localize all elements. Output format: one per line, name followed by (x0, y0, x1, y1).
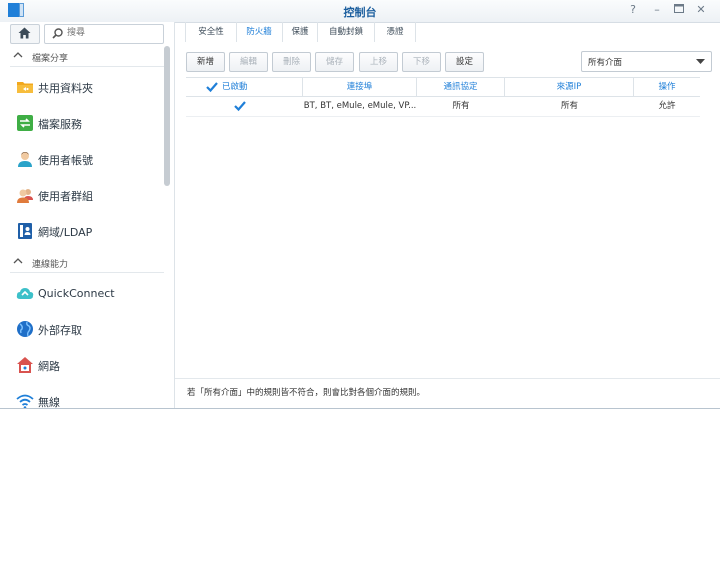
sidebar-item-label: 檔案服務 (38, 118, 82, 131)
column-enabled[interactable]: 已啟動 (186, 78, 303, 96)
help-icon[interactable]: ? (626, 3, 640, 17)
sidebar-item-label: 共用資料夾 (38, 82, 93, 95)
title-bar[interactable]: 控制台 ? – ✕ (0, 0, 720, 23)
sidebar-item-label: 網域/LDAP (38, 226, 93, 239)
close-icon[interactable]: ✕ (694, 3, 708, 17)
search-icon (52, 28, 63, 39)
sidebar-scrollbar[interactable] (164, 46, 170, 186)
shared-folder-icon (17, 82, 33, 93)
maximize-icon[interactable] (672, 3, 686, 17)
delete-button[interactable]: 刪除 (272, 52, 311, 72)
group-icon (17, 189, 33, 203)
footer-note: 若「所有介面」中的規則皆不符合，則會比對各個介面的規則。 (187, 388, 426, 398)
tab-auto-block[interactable]: 自動封鎖 (318, 22, 375, 42)
sidebar-item-label: 無線 (38, 396, 60, 408)
home-button[interactable] (10, 24, 40, 44)
edit-button[interactable]: 編輯 (229, 52, 268, 72)
chevron-down-icon (696, 59, 705, 64)
column-ports[interactable]: 連接埠 (303, 78, 417, 96)
control-panel-window: 控制台 ? – ✕ 檔案分享 共用資料夾 (0, 0, 720, 409)
sidebar-item-network[interactable]: 網路 (0, 348, 164, 382)
interface-select-value: 所有介面 (588, 58, 623, 68)
move-down-button[interactable]: 下移 (402, 52, 441, 72)
sidebar-item-wireless[interactable]: 無線 (0, 384, 164, 408)
sidebar-item-user[interactable]: 使用者帳號 (0, 142, 164, 176)
column-action[interactable]: 操作 (634, 78, 700, 96)
chevron-up-icon (13, 52, 23, 58)
sidebar-item-external-access[interactable]: 外部存取 (0, 312, 164, 346)
interface-select[interactable]: 所有介面 (581, 51, 712, 72)
file-services-icon (17, 115, 33, 131)
section-label: 連線能力 (32, 260, 69, 270)
column-protocol[interactable]: 通訊協定 (417, 78, 505, 96)
rule-enabled-checkbox[interactable] (234, 100, 246, 112)
sidebar-item-label: QuickConnect (38, 287, 115, 300)
column-source-ip[interactable]: 來源IP (505, 78, 634, 96)
row-action-cell: 允許 (658, 101, 676, 111)
section-file-sharing[interactable]: 檔案分享 (0, 47, 164, 67)
sidebar-item-label: 外部存取 (38, 324, 82, 337)
sidebar-item-label: 網路 (38, 360, 60, 373)
tab-firewall[interactable]: 防火牆 (236, 22, 283, 42)
user-icon (18, 152, 32, 167)
section-connectivity[interactable]: 連線能力 (0, 253, 164, 273)
select-all-checkbox[interactable] (206, 81, 218, 93)
save-button[interactable]: 儲存 (315, 52, 354, 72)
sidebar-item-group[interactable]: 使用者群組 (0, 178, 164, 212)
tab-certificate[interactable]: 憑證 (375, 22, 416, 42)
ldap-icon (18, 223, 32, 239)
minimize-icon[interactable]: – (650, 3, 664, 17)
tab-protection[interactable]: 保護 (283, 22, 318, 42)
window-title: 控制台 (343, 6, 377, 19)
sidebar-item-domain-ldap[interactable]: 網域/LDAP (0, 214, 164, 248)
chevron-up-icon (13, 258, 23, 264)
search-field[interactable] (44, 24, 164, 44)
firewall-panel: 安全性 防火牆 保護 自動封鎖 憑證 新增 編輯 刪除 儲存 上移 下移 設定 … (175, 22, 720, 408)
sidebar-item-shared-folder[interactable]: 共用資料夾 (0, 70, 164, 104)
network-house-icon (17, 357, 33, 373)
tab-security[interactable]: 安全性 (185, 22, 237, 42)
table-row[interactable]: BT, BT, eMule, eMule, VP... 所有 所有 允許 (186, 96, 700, 117)
sidebar-item-label: 使用者帳號 (38, 154, 93, 167)
sidebar-item-file-services[interactable]: 檔案服務 (0, 106, 164, 140)
section-label: 檔案分享 (32, 54, 69, 64)
sidebar-item-quickconnect[interactable]: QuickConnect (0, 277, 164, 311)
row-enabled-cell (186, 96, 303, 116)
home-icon (18, 27, 31, 39)
sidebar: 檔案分享 共用資料夾 檔案服務 使用者帳號 (0, 22, 175, 408)
sidebar-item-label: 使用者群組 (38, 190, 93, 203)
search-input[interactable] (67, 26, 157, 40)
row-source-ip-cell: 所有 (560, 101, 578, 111)
column-enabled-label: 已啟動 (222, 82, 248, 92)
footer-divider (175, 378, 720, 379)
rules-table-header: 已啟動 連接埠 通訊協定 來源IP 操作 (186, 77, 700, 97)
settings-button[interactable]: 設定 (445, 52, 484, 72)
wifi-icon (16, 394, 34, 408)
quickconnect-icon (16, 288, 34, 299)
move-up-button[interactable]: 上移 (359, 52, 398, 72)
row-ports-cell: BT, BT, eMule, eMule, VP... (303, 101, 417, 111)
row-protocol-cell: 所有 (452, 101, 470, 111)
create-button[interactable]: 新增 (186, 52, 225, 72)
globe-icon (17, 321, 33, 337)
